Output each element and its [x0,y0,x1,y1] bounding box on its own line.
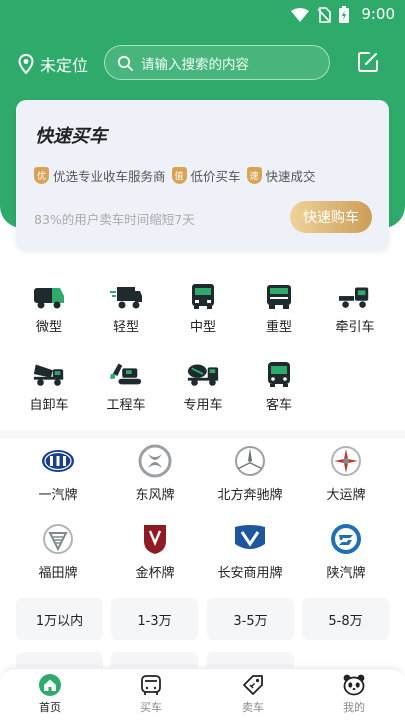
dayun-logo-icon [329,444,363,478]
foton-logo-icon [41,522,75,556]
brand-label: 北方奔驰牌 [217,488,283,503]
feature-item: 速 快速成交 [246,166,316,185]
type-item-bus[interactable]: 客车 [244,360,314,413]
stat-text: 83%的用户卖车时间缩短7天 [34,212,195,227]
wifi-icon [291,7,309,22]
section-divider [0,430,405,438]
brand-item-jinbei[interactable]: 金杯牌 [105,522,205,581]
location-selector[interactable]: 未定位 [18,52,88,76]
changan-logo-icon [233,522,267,556]
brand-label: 长安商用牌 [217,566,283,581]
type-item-special[interactable]: 专用车 [168,360,238,413]
faw-logo-icon [41,444,75,478]
benz-logo-icon [233,444,267,478]
price-range-button[interactable]: 5-8万 [302,598,389,640]
bus-icon [121,673,181,697]
bottom-tab-bar: 首页 买车 卖车 我的 [0,668,405,720]
brand-item-dongfeng[interactable]: 东风牌 [105,444,205,503]
location-label: 未定位 [40,56,89,75]
location-pin-icon [18,54,34,74]
tab-sell[interactable]: 卖车 [223,673,283,715]
brand-label: 东风牌 [135,488,175,503]
dongfeng-logo-icon [138,444,172,478]
medium-truck-icon [186,282,220,310]
feature-item: 值 低价买车 [171,166,241,185]
tab-label: 我的 [343,701,365,714]
feature-label: 优选专业收车服务商 [53,169,166,184]
type-label: 专用车 [183,398,223,413]
type-label: 工程车 [106,398,146,413]
jinbei-logo-icon [138,522,172,556]
brand-item-dayun[interactable]: 大运牌 [296,444,396,503]
no-sim-icon [317,6,331,23]
status-icons [291,6,349,23]
search-icon [117,55,133,71]
type-item-micro[interactable]: 微型 [14,282,84,335]
type-item-tractor[interactable]: 牵引车 [320,282,390,335]
brand-item-foton[interactable]: 福田牌 [8,522,108,581]
type-label: 客车 [265,398,292,413]
feature-list: 优 优选专业收车服务商 值 低价买车 速 快速成交 [34,166,322,185]
mixer-truck-icon [186,360,220,388]
brand-item-shacman[interactable]: 陕汽牌 [296,522,396,581]
tractor-truck-icon [338,282,372,310]
brand-item-benz[interactable]: 北方奔驰牌 [200,444,300,503]
quick-buy-title: 快速买车 [35,126,107,147]
tab-label: 首页 [39,701,61,714]
type-label: 轻型 [112,320,139,335]
shield-badge-icon: 速 [246,167,262,184]
type-label: 微型 [35,320,62,335]
excavator-icon [109,360,143,388]
tab-label: 买车 [140,701,162,714]
brand-label: 陕汽牌 [326,566,366,581]
quick-buy-card: 快速买车 优 优选专业收车服务商 值 低价买车 速 快速成交 83%的用户卖车时… [16,100,389,250]
tab-buy[interactable]: 买车 [121,673,181,715]
type-label: 重型 [265,320,292,335]
edit-button[interactable] [357,51,379,77]
type-item-engineering[interactable]: 工程车 [91,360,161,413]
search-input[interactable]: 请输入搜索的内容 [104,45,330,80]
shacman-logo-icon [329,522,363,556]
light-truck-icon [109,282,143,310]
status-bar: 9:00 [0,0,405,28]
dump-truck-icon [32,360,66,388]
price-range-button[interactable]: 1-3万 [111,598,198,640]
micro-truck-icon [32,282,66,310]
brand-item-faw[interactable]: 一汽牌 [8,444,108,503]
bus-icon [262,360,296,388]
status-time: 9:00 [361,5,395,23]
tab-home[interactable]: 首页 [20,673,80,715]
type-label: 自卸车 [29,398,69,413]
battery-icon [339,6,349,23]
brand-item-changan[interactable]: 长安商用牌 [200,522,300,581]
shield-badge-icon: 优 [34,167,49,184]
price-range-button[interactable]: 3-5万 [207,598,294,640]
brand-label: 一汽牌 [38,488,78,503]
brand-label: 福田牌 [38,566,78,581]
type-label: 中型 [189,320,216,335]
price-range-button[interactable]: 1万以内 [16,598,103,640]
top-header: 未定位 请输入搜索的内容 [0,44,405,82]
brand-label: 大运牌 [326,488,366,503]
tag-icon [223,673,283,697]
panda-icon [324,673,384,697]
quick-buy-button[interactable]: 快速购车 [290,201,372,233]
edit-icon [358,52,378,72]
type-item-medium[interactable]: 中型 [168,282,238,335]
shield-badge-icon: 值 [171,167,187,184]
tab-mine[interactable]: 我的 [324,673,384,715]
type-item-dump[interactable]: 自卸车 [14,360,84,413]
heavy-truck-icon [262,282,296,310]
search-placeholder: 请输入搜索的内容 [141,56,249,73]
feature-item: 优 优选专业收车服务商 [34,166,166,185]
home-icon [20,673,80,697]
type-item-light[interactable]: 轻型 [91,282,161,335]
brand-label: 金杯牌 [135,566,175,581]
type-label: 牵引车 [335,320,375,335]
feature-label: 快速成交 [265,169,316,184]
tab-label: 卖车 [242,701,264,714]
type-item-heavy[interactable]: 重型 [244,282,314,335]
feature-label: 低价买车 [190,169,241,184]
